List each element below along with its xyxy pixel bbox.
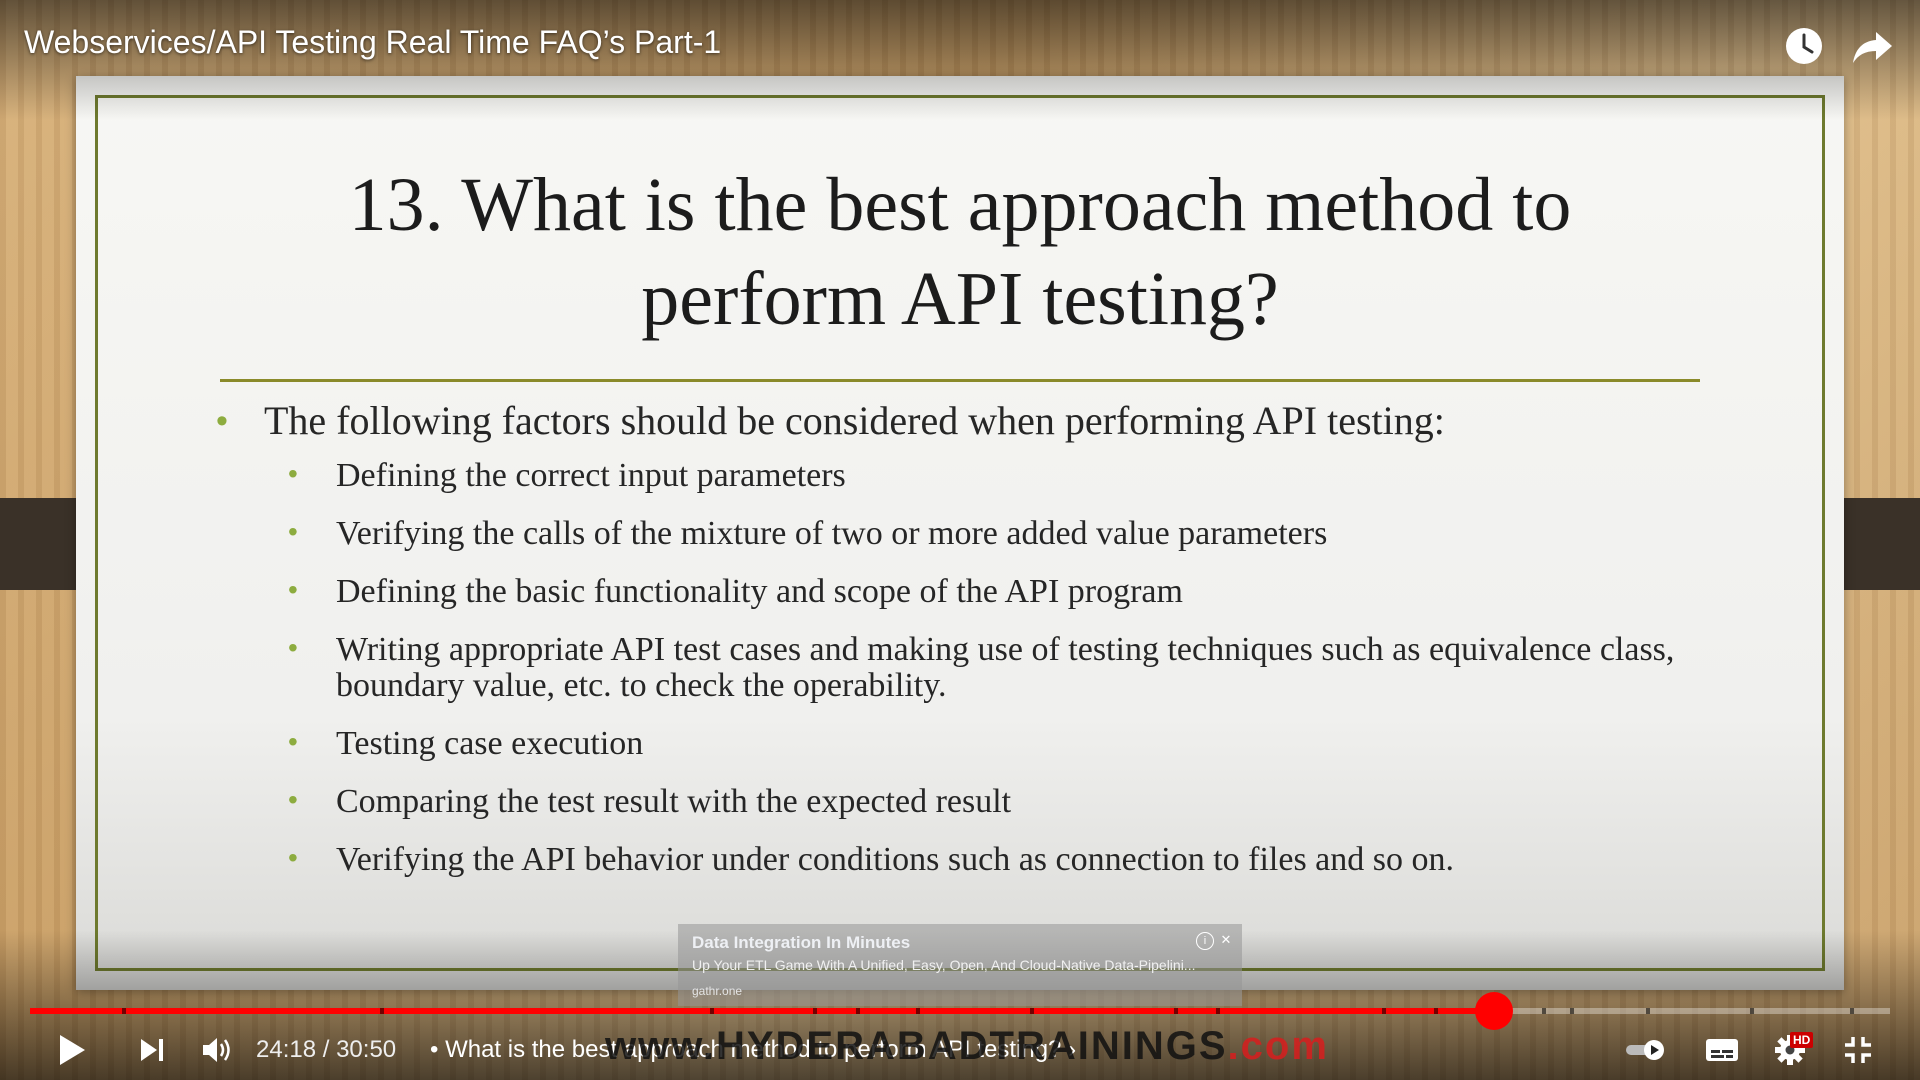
- chapter-marker: [1570, 1008, 1574, 1014]
- chapter-marker: [1030, 1008, 1034, 1014]
- progress-scrubber[interactable]: [1474, 992, 1513, 1030]
- bullet-dot: •: [288, 784, 298, 815]
- chapter-marker: [380, 1008, 384, 1014]
- ad-description[interactable]: Up Your ETL Game With A Unified, Easy, O…: [692, 957, 1212, 973]
- chapter-marker: [1850, 1008, 1854, 1014]
- main-bullet: • The following factors should be consid…: [216, 398, 1776, 444]
- sub-bullet-list: • Defining the correct input parameters •…: [216, 458, 1776, 878]
- volume-icon[interactable]: [198, 1026, 238, 1074]
- time-separator: /: [322, 1036, 330, 1063]
- next-icon[interactable]: [132, 1026, 172, 1074]
- slide-title: 13. What is the best approach method to …: [76, 158, 1844, 346]
- subtitles-icon[interactable]: [1702, 1026, 1742, 1074]
- overlay-ad[interactable]: Data Integration In Minutes Up Your ETL …: [678, 924, 1242, 1006]
- chapter-marker: [1750, 1008, 1754, 1014]
- ad-info-icon[interactable]: i: [1196, 932, 1214, 950]
- chapter-marker: [856, 1008, 860, 1014]
- ad-domain[interactable]: gathr.one: [692, 984, 742, 998]
- sub-bullet-text: Defining the correct input parameters: [336, 457, 846, 494]
- sub-bullet: • Verifying the API behavior under condit…: [216, 842, 1776, 878]
- sub-bullet-text: Writing appropriate API test cases and m…: [336, 631, 1675, 704]
- play-icon[interactable]: [52, 1026, 92, 1074]
- autoplay-toggle-icon[interactable]: [1622, 1026, 1670, 1074]
- slide-divider: [220, 379, 1700, 382]
- bullet-dot: •: [288, 516, 298, 547]
- bullet-dot: •: [288, 632, 298, 663]
- chapter-marker: [1216, 1008, 1220, 1014]
- chapter-marker: [1174, 1008, 1178, 1014]
- slide-bullets: • The following factors should be consid…: [216, 398, 1776, 900]
- channel-watermark: www.HYDERABADTRAININGS.com: [605, 1024, 1329, 1069]
- sub-bullet-text: Comparing the test result with the expec…: [336, 783, 1012, 820]
- presentation-slide: 13. What is the best approach method to …: [76, 76, 1844, 990]
- sub-bullet-text: Testing case execution: [336, 725, 644, 762]
- duration: 30:50: [336, 1036, 397, 1063]
- sub-bullet: • Writing appropriate API test cases and …: [216, 632, 1776, 704]
- chapter-marker: [1542, 1008, 1546, 1014]
- chapter-marker: [1646, 1008, 1650, 1014]
- chapter-marker: [1382, 1008, 1386, 1014]
- sub-bullet: • Comparing the test result with the expe…: [216, 784, 1776, 820]
- chapter-marker: [710, 1008, 714, 1014]
- chapter-marker: [1434, 1008, 1438, 1014]
- video-player[interactable]: 13. What is the best approach method to …: [0, 0, 1920, 1080]
- sub-bullet: • Defining the basic functionality and sc…: [216, 574, 1776, 610]
- time-display: 24:18 / 30:50: [256, 1036, 396, 1064]
- watermark-text: www.HYDERABADTRAININGS: [605, 1024, 1228, 1068]
- ad-close-icon[interactable]: ✕: [1218, 932, 1234, 948]
- sub-bullet-text: Verifying the calls of the mixture of tw…: [336, 515, 1328, 552]
- sub-bullet: • Defining the correct input parameters: [216, 458, 1776, 494]
- hd-badge: HD: [1790, 1032, 1814, 1048]
- chapter-marker: [813, 1008, 817, 1014]
- exit-fullscreen-icon[interactable]: [1838, 1026, 1878, 1074]
- ad-title[interactable]: Data Integration In Minutes: [692, 933, 910, 953]
- bullet-dot: •: [288, 842, 298, 873]
- sub-bullet: • Verifying the calls of the mixture of t…: [216, 516, 1776, 552]
- bullet-dot: •: [288, 726, 298, 757]
- bullet-dot: •: [216, 402, 228, 440]
- slide-title-line-2: perform API testing?: [641, 257, 1279, 341]
- share-icon[interactable]: [1850, 24, 1894, 68]
- watch-later-icon[interactable]: [1782, 24, 1826, 68]
- slide-title-line-1: 13. What is the best approach method to: [348, 163, 1572, 247]
- sub-bullet-text: Defining the basic functionality and sco…: [336, 573, 1183, 610]
- progress-played: [30, 1008, 1494, 1014]
- chapter-marker: [122, 1008, 126, 1014]
- main-bullet-text: The following factors should be consider…: [264, 398, 1445, 443]
- sub-bullet-text: Verifying the API behavior under conditi…: [336, 841, 1454, 878]
- progress-bar[interactable]: [30, 992, 1890, 1030]
- chapter-marker: [916, 1008, 920, 1014]
- video-title[interactable]: Webservices/API Testing Real Time FAQ’s …: [24, 24, 721, 61]
- sub-bullet: • Testing case execution: [216, 726, 1776, 762]
- bullet-dot: •: [288, 458, 298, 489]
- bullet-dot: •: [288, 574, 298, 605]
- watermark-domain: .com: [1227, 1024, 1329, 1068]
- current-time: 24:18: [256, 1036, 317, 1063]
